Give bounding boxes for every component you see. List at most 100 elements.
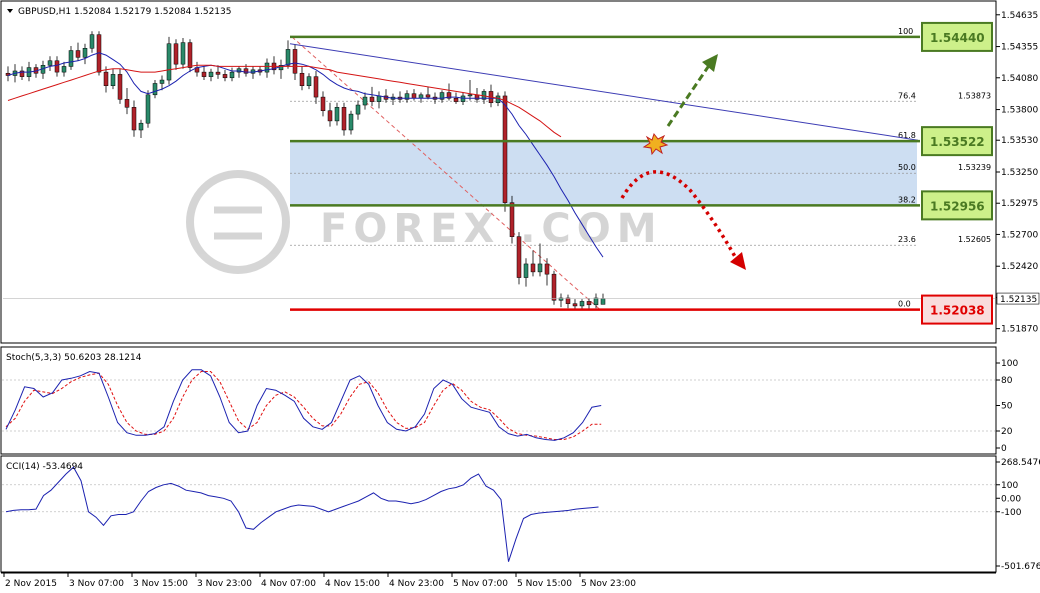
price-panel-title: GBPUSD,H1 1.52084 1.52179 1.52084 1.5213…: [18, 7, 231, 17]
candle-body: [467, 94, 473, 97]
candle-body: [110, 74, 116, 86]
time-tick-label: 4 Nov 07:00: [261, 579, 316, 589]
candle-body: [208, 71, 214, 77]
candle-body: [54, 60, 60, 73]
cci-tick-label: 100: [1001, 481, 1018, 491]
candle-body: [586, 301, 592, 306]
price-axis: 1.54635 1.54355 1.54080 1.53800 1.53530 1.532…: [996, 11, 1038, 335]
fib-price-label: 1.52605: [958, 235, 991, 244]
candle-body: [593, 297, 599, 306]
candle-body: [68, 50, 74, 67]
candle-body: [173, 43, 179, 65]
candle-body: [348, 113, 354, 131]
stoch-axis: 100 80 50 20 0: [996, 359, 1018, 454]
candle-body: [516, 236, 522, 278]
candle-body: [138, 122, 144, 131]
stoch-panel: Stoch(5,3,3) 50.6203 28.1214 100 80 50 20 0: [0, 346, 1018, 455]
cci-tick-label: 268.5476: [1001, 458, 1040, 468]
stoch-tick-label: 20: [1001, 427, 1013, 437]
candle-body: [89, 34, 95, 49]
time-tick-label: 4 Nov 15:00: [325, 579, 380, 589]
candle-body: [222, 74, 228, 79]
stoch-tick-label: 100: [1001, 359, 1018, 369]
candle-body: [537, 263, 543, 273]
candle-body: [103, 71, 109, 86]
stoch-panel-border: [0, 346, 997, 455]
time-tick-label: 5 Nov 23:00: [581, 579, 636, 589]
time-tick-label: 4 Nov 23:00: [389, 579, 444, 589]
candle-body: [299, 72, 305, 86]
candle-body: [285, 49, 291, 66]
candle-body: [572, 303, 578, 307]
price-tick-label: 1.54635: [1001, 11, 1038, 21]
level-tag-label: 1.52038: [930, 304, 985, 318]
candle-body: [47, 60, 53, 66]
candle-body: [292, 49, 298, 74]
candle-body: [117, 74, 123, 100]
candle-body: [362, 96, 368, 106]
price-tick-label: 1.52975: [1001, 199, 1038, 209]
fib-price-label: 1.53239: [958, 163, 991, 172]
price-tick-label: 1.52420: [1001, 262, 1038, 272]
price-tick-label: 1.51870: [1001, 325, 1038, 335]
stoch-tick-label: 50: [1001, 402, 1013, 412]
candle-body: [166, 43, 172, 81]
fib-price-label: 1.53873: [958, 91, 991, 100]
cci-tick-label: -501.6769: [1001, 562, 1040, 572]
candle-body: [502, 95, 508, 203]
current-price-tag: 1.52135: [996, 292, 1040, 305]
candle-body: [320, 96, 326, 111]
candle-body: [425, 94, 431, 98]
price-panel: FOREX .COM 10076.4 1.5387361.850.0 1.53239…: [0, 0, 1040, 344]
cci-tick-label: -100: [1001, 508, 1022, 518]
level-tag-label: 1.54440: [930, 31, 985, 45]
candle-body: [82, 48, 88, 58]
time-tick-label: 5 Nov 15:00: [517, 579, 572, 589]
cci-panel: CCI(14) -53.4694 268.5476 100 0.00 -100 -501…: [0, 455, 1040, 573]
candle-body: [523, 263, 529, 278]
fib-ratio-label: 0.0: [898, 300, 911, 309]
candle-body: [306, 76, 312, 86]
time-tick-label: 3 Nov 23:00: [197, 579, 252, 589]
price-tick-label: 1.54355: [1001, 43, 1038, 53]
current-price-label: 1.52135: [1000, 295, 1037, 305]
candle-body: [145, 94, 151, 124]
candle-body: [369, 96, 375, 102]
candle-body: [341, 107, 347, 131]
price-tick-label: 1.53250: [1001, 168, 1038, 178]
cci-title: CCI(14) -53.4694: [6, 462, 83, 472]
candle-body: [453, 97, 459, 102]
candle-body: [124, 99, 130, 108]
time-tick-label: 3 Nov 15:00: [133, 579, 188, 589]
candle-body: [180, 42, 186, 65]
time-tick-label: 2 Nov 2015: [5, 579, 57, 589]
candle-body: [75, 50, 81, 58]
candle-body: [411, 93, 417, 99]
fib-ratio-label: 23.6: [898, 235, 916, 244]
stoch-title: Stoch(5,3,3) 50.6203 28.1214: [6, 353, 142, 363]
candle-body: [61, 66, 67, 73]
level-tag-label: 1.52956: [930, 199, 985, 213]
candle-body: [334, 107, 340, 122]
fib-ratio-label: 50.0: [898, 163, 916, 172]
cci-tick-label: 0.00: [1001, 494, 1021, 504]
cci-axis: 268.5476 100 0.00 -100 -501.6769: [996, 458, 1040, 572]
candle-body: [355, 104, 361, 115]
candle-body: [551, 273, 557, 301]
chart-root: FOREX .COM 10076.4 1.5387361.850.0 1.53239…: [0, 0, 1040, 589]
candle-body: [327, 110, 333, 122]
candle-body: [152, 83, 158, 96]
candle-body: [229, 71, 235, 79]
time-axis: 2 Nov 2015 3 Nov 07:00 3 Nov 15:00 3 Nov 23…: [1, 572, 996, 589]
candle-body: [313, 76, 319, 98]
cci-panel-border: [0, 455, 997, 573]
candle-body: [460, 95, 466, 102]
candle-body: [579, 301, 585, 307]
price-tick-label: 1.53530: [1001, 136, 1038, 146]
candle-body: [201, 71, 207, 77]
candle-body: [159, 79, 165, 84]
candle-body: [544, 263, 550, 275]
candle-body: [600, 298, 606, 305]
time-tick-label: 5 Nov 07:00: [453, 579, 508, 589]
fib-ratio-label: 38.2: [898, 195, 916, 204]
